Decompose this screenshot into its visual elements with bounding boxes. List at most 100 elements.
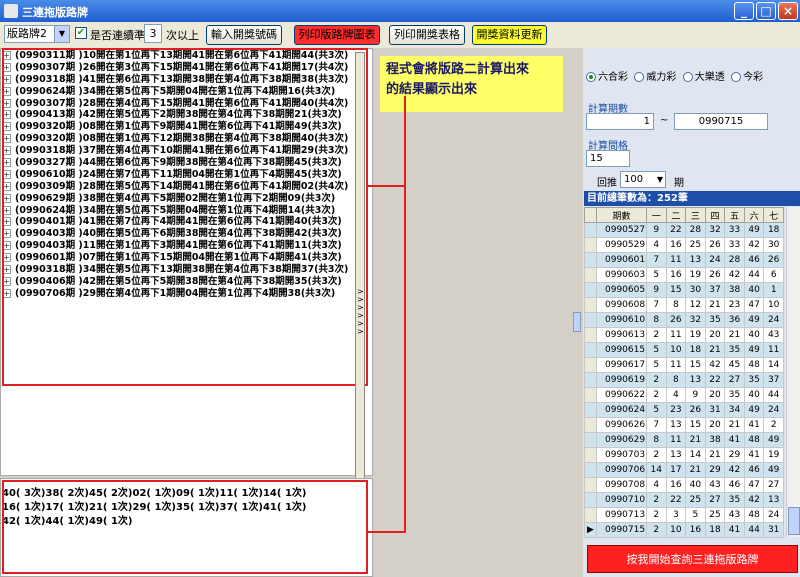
row-selector[interactable] — [584, 477, 597, 493]
period-cell[interactable]: 0990624 — [596, 402, 647, 418]
column-header[interactable]: 二 — [665, 207, 687, 223]
number-cell[interactable]: 32 — [704, 222, 726, 238]
row-selector[interactable] — [584, 222, 597, 238]
close-button[interactable]: × — [778, 2, 798, 20]
number-cell[interactable]: 26 — [685, 402, 706, 418]
number-cell[interactable]: 2 — [646, 387, 667, 403]
number-cell[interactable]: 5 — [685, 507, 706, 523]
number-cell[interactable]: 11 — [665, 357, 687, 373]
number-cell[interactable]: 22 — [704, 372, 726, 388]
number-cell[interactable]: 22 — [665, 222, 687, 238]
column-header[interactable]: 五 — [724, 207, 745, 223]
number-cell[interactable]: 34 — [724, 402, 745, 418]
period-cell[interactable]: 0990708 — [596, 477, 647, 493]
period-from-input[interactable]: 1 — [586, 113, 654, 130]
number-cell[interactable]: 33 — [724, 222, 745, 238]
number-cell[interactable]: 14 — [763, 357, 784, 373]
number-cell[interactable]: 42 — [704, 357, 726, 373]
number-cell[interactable]: 24 — [763, 507, 784, 523]
number-cell[interactable]: 2 — [763, 417, 784, 433]
number-cell[interactable]: 11 — [665, 432, 687, 448]
number-cell[interactable]: 49 — [743, 402, 765, 418]
number-cell[interactable]: 41 — [743, 447, 765, 463]
number-cell[interactable]: 21 — [685, 432, 706, 448]
number-cell[interactable]: 7 — [646, 252, 667, 268]
back-select[interactable]: 100 ▼ — [620, 171, 666, 188]
print-table-button[interactable]: 列印開獎表格 — [389, 25, 465, 45]
number-cell[interactable]: 47 — [743, 297, 765, 313]
number-cell[interactable]: 9 — [646, 282, 667, 298]
number-cell[interactable]: 24 — [704, 252, 726, 268]
number-cell[interactable]: 26 — [665, 312, 687, 328]
number-cell[interactable]: 2 — [646, 522, 667, 538]
row-selector[interactable] — [584, 417, 597, 433]
number-cell[interactable]: 45 — [724, 357, 745, 373]
number-cell[interactable]: 14 — [646, 462, 667, 478]
number-cell[interactable]: 13 — [665, 447, 687, 463]
chevron-down-icon[interactable]: ▼ — [54, 26, 69, 42]
table-row[interactable]: 0990617 5 11 15 42 45 48 14 — [584, 357, 784, 373]
period-cell[interactable]: 0990626 — [596, 417, 647, 433]
number-cell[interactable]: 18 — [685, 342, 706, 358]
maximize-button[interactable]: □ — [756, 2, 776, 20]
number-cell[interactable]: 20 — [704, 417, 726, 433]
number-cell[interactable]: 25 — [685, 492, 706, 508]
number-cell[interactable]: 49 — [743, 342, 765, 358]
number-cell[interactable]: 10 — [763, 297, 784, 313]
number-cell[interactable]: 5 — [646, 342, 667, 358]
number-cell[interactable]: 15 — [685, 357, 706, 373]
row-selector[interactable] — [584, 357, 597, 373]
column-header[interactable]: 一 — [646, 207, 667, 223]
row-selector[interactable] — [584, 507, 597, 523]
row-selector[interactable] — [584, 252, 597, 268]
number-cell[interactable]: 17 — [665, 462, 687, 478]
number-cell[interactable]: 43 — [763, 327, 784, 343]
period-cell[interactable]: 0990603 — [596, 267, 647, 283]
table-row[interactable]: 0990613 2 11 19 20 21 40 43 — [584, 327, 784, 343]
number-cell[interactable]: 5 — [646, 402, 667, 418]
number-cell[interactable]: 22 — [665, 492, 687, 508]
number-cell[interactable]: 19 — [763, 447, 784, 463]
number-cell[interactable]: 49 — [763, 432, 784, 448]
row-selector[interactable] — [584, 447, 597, 463]
period-cell[interactable]: 0990601 — [596, 252, 647, 268]
row-selector[interactable] — [584, 462, 597, 478]
table-row[interactable]: 0990601 7 11 13 24 28 46 26 — [584, 252, 784, 268]
number-cell[interactable]: 27 — [724, 372, 745, 388]
number-cell[interactable]: 1 — [763, 282, 784, 298]
number-cell[interactable]: 4 — [646, 237, 667, 253]
number-cell[interactable]: 49 — [743, 312, 765, 328]
number-cell[interactable]: 2 — [646, 327, 667, 343]
number-cell[interactable]: 19 — [685, 267, 706, 283]
period-cell[interactable]: 0990619 — [596, 372, 647, 388]
column-header[interactable]: 六 — [743, 207, 765, 223]
number-cell[interactable]: 49 — [743, 222, 765, 238]
period-cell[interactable]: 0990608 — [596, 297, 647, 313]
column-header[interactable]: 三 — [685, 207, 706, 223]
period-cell[interactable]: 0990703 — [596, 447, 647, 463]
radio-weilicai[interactable] — [634, 72, 645, 82]
number-cell[interactable]: 10 — [665, 522, 687, 538]
interval-input[interactable]: 15 — [586, 150, 630, 167]
radio-liuhecai[interactable] — [586, 72, 596, 82]
number-cell[interactable]: 18 — [763, 222, 784, 238]
count-input[interactable]: 3 — [144, 24, 162, 43]
table-row[interactable]: 0990527 9 22 28 32 33 49 18 — [584, 222, 784, 238]
number-cell[interactable]: 23 — [665, 402, 687, 418]
number-cell[interactable]: 35 — [724, 492, 745, 508]
table-row[interactable]: 0990615 5 10 18 21 35 49 11 — [584, 342, 784, 358]
row-selector[interactable] — [584, 492, 597, 508]
number-cell[interactable]: 47 — [743, 477, 765, 493]
number-cell[interactable]: 48 — [743, 357, 765, 373]
number-cell[interactable]: 2 — [646, 372, 667, 388]
number-cell[interactable]: 13 — [763, 492, 784, 508]
number-cell[interactable]: 44 — [743, 522, 765, 538]
table-scrollbar[interactable] — [786, 207, 800, 537]
period-cell[interactable]: 0990715 — [596, 522, 647, 538]
period-cell[interactable]: 0990617 — [596, 357, 647, 373]
number-cell[interactable]: 44 — [743, 267, 765, 283]
number-cell[interactable]: 21 — [724, 327, 745, 343]
period-cell[interactable]: 0990605 — [596, 282, 647, 298]
number-cell[interactable]: 16 — [665, 477, 687, 493]
table-row[interactable]: 0990703 2 13 14 21 29 41 19 — [584, 447, 784, 463]
